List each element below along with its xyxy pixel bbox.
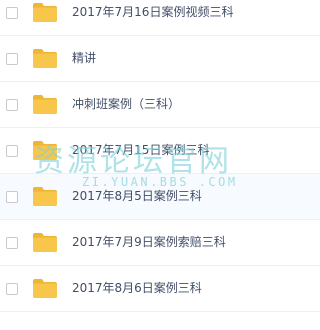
folder-name[interactable]: 精讲 [72,49,96,67]
row-checkbox[interactable] [6,191,18,203]
folder-row[interactable]: 2017年8月5日案例三科 [0,174,320,220]
folder-row[interactable]: 2017年7月15日案例三科 [0,128,320,174]
folder-icon [33,233,57,252]
row-checkbox[interactable] [6,7,18,19]
folder-icon [33,95,57,114]
folder-icon [33,141,57,160]
folder-row[interactable]: 精讲 [0,36,320,82]
folder-icon [33,3,57,22]
file-list: 2017年7月16日案例视频三科 精讲 冲刺班案例（三科） 2017年7月15日… [0,0,320,312]
folder-name[interactable]: 2017年7月16日案例视频三科 [72,3,233,21]
folder-name[interactable]: 2017年8月6日案例三科 [72,279,202,297]
folder-icon [33,187,57,206]
row-checkbox[interactable] [6,283,18,295]
row-checkbox[interactable] [6,237,18,249]
folder-name[interactable]: 2017年8月5日案例三科 [72,187,202,205]
folder-row[interactable]: 冲刺班案例（三科） [0,82,320,128]
folder-name[interactable]: 2017年7月9日案例索赔三科 [72,233,226,251]
folder-row[interactable]: 2017年7月9日案例索赔三科 [0,220,320,266]
row-checkbox[interactable] [6,53,18,65]
folder-name[interactable]: 冲刺班案例（三科） [72,95,180,113]
folder-row[interactable]: 2017年8月6日案例三科 [0,266,320,312]
row-checkbox[interactable] [6,99,18,111]
folder-row[interactable]: 2017年7月16日案例视频三科 [0,0,320,36]
folder-icon [33,49,57,68]
folder-name[interactable]: 2017年7月15日案例三科 [72,141,209,159]
row-checkbox[interactable] [6,145,18,157]
folder-icon [33,279,57,298]
